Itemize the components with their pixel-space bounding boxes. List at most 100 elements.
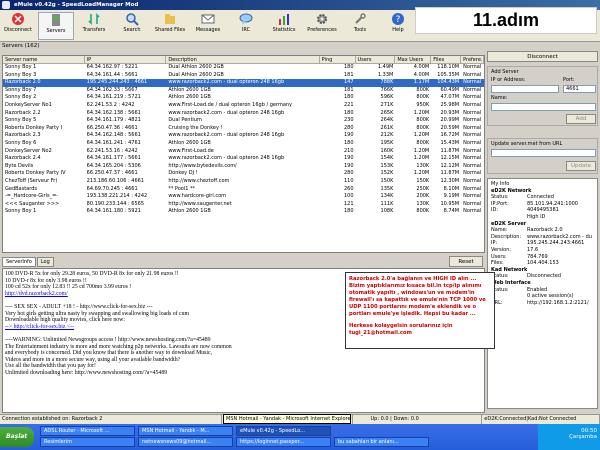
table-cell: 271K xyxy=(380,101,394,108)
col-ping[interactable]: Ping xyxy=(320,56,356,63)
messages-tab-button[interactable]: Messages xyxy=(190,12,226,40)
disconnect-server-button[interactable]: Disconnect xyxy=(487,51,598,62)
shared-files-tab-button[interactable]: Shared Files xyxy=(152,12,188,40)
start-button[interactable]: Başlat xyxy=(0,427,34,447)
table-cell: Sonny Boy 1 xyxy=(5,64,37,70)
tab-serverinfo[interactable]: ServerInfo xyxy=(2,257,36,267)
table-row[interactable]: Sonny Boy 2 64.34.161.219 : 5721 Athlon 26… xyxy=(3,94,484,102)
tools-tab-button[interactable]: Tools xyxy=(342,12,378,40)
table-row[interactable]: Razorback 2.3 64.34.162.148 : 5661 www.raz… xyxy=(3,132,484,140)
server-met-url-input[interactable] xyxy=(491,149,596,157)
table-row[interactable]: Razorback 2.2 64.34.162.138 : 5661 www.raz… xyxy=(3,110,484,118)
statistics-tab-button[interactable]: Statistics xyxy=(266,12,302,40)
table-row[interactable]: GedBastards 64.69.70.245 : 4661 ** Pool1 *… xyxy=(3,186,484,194)
table-cell: 152K xyxy=(380,170,394,177)
table-row[interactable]: Roberts Donkey Party I 66.250.47.36 : 466… xyxy=(3,125,484,133)
table-cell: 64.34.161.219 : 5721 xyxy=(86,94,141,101)
transfers-tab-button[interactable]: Transfers xyxy=(76,12,112,40)
table-cell: 64.34.162.33 : 5667 xyxy=(86,86,138,93)
log-line: Use all the bandwidth that you pay for! xyxy=(5,363,96,370)
info-value: Disconnected xyxy=(527,273,562,280)
task-hotmail-account[interactable]: netnewsnews09@hotmail... xyxy=(138,437,233,447)
clock-day: Çarşamba xyxy=(569,434,597,440)
col-users[interactable]: Users xyxy=(356,56,396,63)
table-cell: Normal xyxy=(463,193,482,200)
table-cell: 180 xyxy=(343,208,354,215)
table-row[interactable]: <<< Sauganter >>> 80.190.233.144 : 6565 ht… xyxy=(3,201,484,209)
col-description[interactable]: Description xyxy=(166,56,320,63)
task-adsl-router[interactable]: ADSL Router - Microsoft ... xyxy=(40,426,135,436)
ip-address-input[interactable] xyxy=(491,85,559,93)
col-preference[interactable]: Prefere... xyxy=(461,56,484,63)
table-row[interactable]: DonkeyServer No1 62.241.53.2 : 4242 www.Fi… xyxy=(3,102,484,110)
add-server-button[interactable]: Add xyxy=(566,114,596,124)
table-row[interactable]: Sonny Boy 1 64.34.162.97 : 5221 Dual Athlo… xyxy=(3,64,484,72)
table-cell: 800K xyxy=(416,208,430,215)
table-cell: DonkeyServer No2 xyxy=(5,147,52,154)
col-ip[interactable]: IP xyxy=(85,56,167,63)
table-cell: Razorback 2.3 xyxy=(5,132,41,139)
task-msn-hotmail[interactable]: MSN Hotmail - Yandık - M... xyxy=(138,426,233,436)
tutorial-note-text: Razorback 2.0'a bağlanın ve HIGH ID alın… xyxy=(349,276,486,317)
table-cell: <<< Sauganter >>> xyxy=(5,200,60,207)
table-row[interactable]: Sonny Boy 7 64.34.162.33 : 5667 Athlon 260… xyxy=(3,87,484,95)
reset-button[interactable]: Reset xyxy=(449,256,483,267)
task-notepad[interactable]: bu sabahları bir anlanı... xyxy=(334,437,429,447)
table-row[interactable]: Byte Devils 64.34.165.204 : 5306 http://ww… xyxy=(3,163,484,171)
table-cell: 62.241.53.2 : 4242 xyxy=(86,101,135,108)
tutorial-note-footer: Herkese kolaygelsin sorularınız için tug… xyxy=(349,323,453,336)
table-row[interactable]: Razorback 2.4 64.34.161.177 : 5661 www.raz… xyxy=(3,155,484,163)
table-row[interactable]: Sonny Boy 1 64.34.161.180 : 5921 Athlon 26… xyxy=(3,208,484,216)
server-list-header: Server name IP Description Ping Users Ma… xyxy=(3,56,484,64)
col-server-name[interactable]: Server name xyxy=(3,56,85,63)
servers-icon xyxy=(52,14,60,26)
help-tab-button[interactable]: ? Help xyxy=(380,12,416,40)
table-cell: 160K xyxy=(380,147,394,154)
task-emule[interactable]: eMule v0.42g - SpeedLo... xyxy=(236,426,331,436)
table-row[interactable]: -=_Hardcore-Girls_=- 193.138.221.214 : 42… xyxy=(3,193,484,201)
task-resimlerim[interactable]: Resimlerim xyxy=(40,437,135,447)
port-input[interactable]: 4661 xyxy=(563,85,596,93)
col-max-users[interactable]: Max Users xyxy=(395,56,432,63)
tab-log[interactable]: Log xyxy=(36,257,54,267)
task-passport-login[interactable]: https://loginnet.passpor... xyxy=(236,437,331,447)
taskbar-tooltip: MSN Hotmail - Yandak - Microsoft Interne… xyxy=(223,414,351,424)
servers-tab-button[interactable]: Servers xyxy=(38,12,74,40)
server-name-input[interactable] xyxy=(491,103,596,111)
web-interface-values: Status: Enabled 0 active session(s) URL: htt… xyxy=(491,287,594,307)
table-cell: 193.138.221.214 : 4242 xyxy=(86,193,148,200)
info-value: 195.245.244.243:4661 xyxy=(527,240,585,247)
table-cell: 12.12M xyxy=(440,162,460,169)
table-cell: http://www.cheztoff.com xyxy=(168,177,230,184)
server-list[interactable]: Server name IP Description Ping Users Ma… xyxy=(2,55,485,253)
info-row: Status: Disconnected xyxy=(491,273,594,280)
table-cell: Normal xyxy=(463,200,482,207)
table-row[interactable]: ChezToff (Serveur Fr) 213.186.60.106 : 46… xyxy=(3,178,484,186)
table-cell: 121 xyxy=(343,200,354,207)
table-cell: 800K xyxy=(416,139,430,146)
statistics-icon xyxy=(279,14,289,25)
table-row[interactable]: Roberts Donkey Party IV 66.250.47.37 : 46… xyxy=(3,170,484,178)
table-cell: 9.19M xyxy=(443,193,460,200)
table-cell: www.razorback2.com - dual opteron 248 16… xyxy=(168,155,285,162)
table-row[interactable]: Sonny Boy 3 64.34.161.44 : 5661 Dual Athlo… xyxy=(3,72,484,80)
table-cell: 20.93M xyxy=(440,109,460,116)
preferences-tab-button[interactable]: Preferences xyxy=(304,12,340,40)
table-cell: Normal xyxy=(463,185,482,192)
table-cell: Normal xyxy=(463,79,482,86)
disconnect-button[interactable]: Disconnect xyxy=(0,12,36,40)
table-cell: 11.87M xyxy=(440,147,460,154)
table-row[interactable]: Sonny Boy 5 64.34.161.179 : 4821 Dual Pent… xyxy=(3,117,484,125)
table-row[interactable]: Sonny Boy 6 64.34.161.241 : 4761 Athlon 26… xyxy=(3,140,484,148)
table-cell: Normal xyxy=(463,101,482,108)
table-row[interactable]: DonkeyServer No2 62.241.53.16 : 4242 www.F… xyxy=(3,148,484,156)
search-tab-button[interactable]: Search xyxy=(114,12,150,40)
port-label: Port: xyxy=(563,77,575,83)
update-button[interactable]: Update xyxy=(566,161,596,171)
table-cell: 200K xyxy=(416,193,430,200)
info-value: Razorback 2.0 xyxy=(527,227,563,234)
table-row[interactable]: Razorback 2.0 195.245.244.243 : 4661 www.r… xyxy=(3,79,484,87)
table-cell: 1.20M xyxy=(413,132,430,139)
col-files[interactable]: Files xyxy=(431,56,462,63)
irc-tab-button[interactable]: IRC xyxy=(228,12,264,40)
